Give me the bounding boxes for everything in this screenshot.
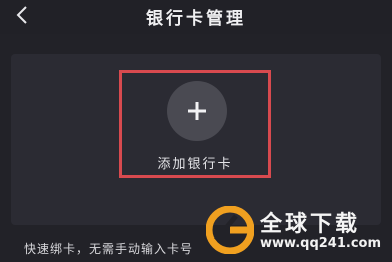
watermark-title: 全球下载	[260, 212, 361, 237]
plus-icon	[188, 102, 206, 120]
header-bar: 银行卡管理	[0, 0, 392, 34]
plus-circle	[167, 81, 227, 141]
card-panel: 添加银行卡	[11, 54, 381, 225]
watermark-url: www.qq241.com	[260, 236, 382, 251]
tip-text: 快速绑卡，无需手动输入卡号	[24, 242, 194, 256]
add-bank-card-button[interactable]: 添加银行卡	[119, 70, 271, 178]
g-logo-icon	[205, 205, 255, 255]
add-bank-card-label: 添加银行卡	[157, 157, 233, 172]
page-title: 银行卡管理	[146, 9, 246, 29]
watermark: 全球下载 www.qq241.com	[205, 205, 386, 256]
